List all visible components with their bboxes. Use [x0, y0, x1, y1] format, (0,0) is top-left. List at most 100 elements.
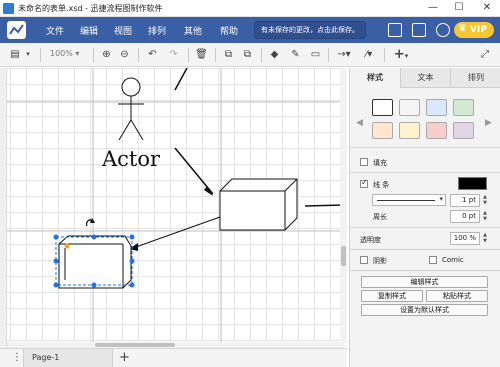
- to-back-icon[interactable]: ⧉: [241, 47, 254, 62]
- page-tab[interactable]: Page-1: [23, 349, 113, 367]
- perimeter-stepper[interactable]: ▲ ▼: [481, 210, 489, 223]
- comic-checkbox[interactable]: [429, 256, 437, 264]
- line-width-stepper[interactable]: ▲ ▼: [481, 194, 489, 207]
- panel-divider: [349, 147, 500, 148]
- diagram-canvas[interactable]: Actor: [7, 68, 344, 343]
- menu-other[interactable]: 其他: [184, 24, 202, 37]
- waypoints-icon[interactable]: ⁄▾: [359, 47, 379, 62]
- zoom-out-icon[interactable]: ⊖: [118, 47, 131, 62]
- actor-label[interactable]: Actor: [102, 147, 160, 171]
- shadow-checkbox[interactable]: [360, 256, 368, 264]
- panel-tabs: 样式 文本 排列: [350, 68, 500, 88]
- menu-help[interactable]: 帮助: [220, 24, 238, 37]
- fill-color-icon[interactable]: ◆: [268, 47, 281, 62]
- connector-line[interactable]: [304, 204, 344, 207]
- window-title: 未命名的表单.xsd - 迅捷流程图制作软件: [18, 4, 163, 13]
- page-bar: ⋮ Page-1 +: [0, 348, 347, 367]
- opacity-input[interactable]: 100 %: [450, 232, 480, 245]
- line-checkbox[interactable]: [360, 178, 368, 188]
- rotate-handle-icon[interactable]: [85, 218, 95, 227]
- connector-arrow[interactable]: [174, 147, 214, 196]
- fullscreen-icon[interactable]: ⤢: [478, 47, 492, 62]
- toolbar-divider: [93, 48, 94, 62]
- chevron-right-icon[interactable]: ▶: [485, 118, 492, 128]
- horizontal-scroll-thumb[interactable]: [95, 343, 175, 347]
- panel-divider: [349, 172, 500, 173]
- line-width-input[interactable]: 1 pt: [450, 194, 480, 207]
- set-default-style-button[interactable]: 设置为默认样式: [361, 304, 488, 316]
- opacity-stepper[interactable]: ▲ ▼: [481, 232, 489, 245]
- fill-checkbox[interactable]: [360, 158, 368, 166]
- tab-text[interactable]: 文本: [400, 68, 450, 88]
- color-swatch[interactable]: [399, 122, 420, 139]
- line-color-icon[interactable]: ✎: [289, 47, 302, 62]
- app-logo: [7, 21, 26, 39]
- vertical-scrollbar[interactable]: [340, 68, 347, 343]
- menu-arrange[interactable]: 排列: [148, 24, 166, 37]
- connector-arrow[interactable]: [129, 216, 221, 251]
- vip-button[interactable]: ♛ VIP: [454, 22, 494, 38]
- close-button[interactable]: ✕: [474, 0, 500, 17]
- unsaved-changes-notice[interactable]: 有未保存的更改，点击此保存。: [254, 21, 366, 39]
- panel-divider: [349, 270, 500, 271]
- to-front-icon[interactable]: ⧉: [222, 47, 235, 62]
- menu-view[interactable]: 视图: [114, 24, 132, 37]
- color-swatch[interactable]: [372, 122, 393, 139]
- menu-file[interactable]: 文件: [46, 24, 64, 37]
- actor-shape[interactable]: [118, 77, 144, 141]
- color-swatch[interactable]: [372, 99, 393, 116]
- zoom-value: 100%: [50, 49, 73, 58]
- tab-style[interactable]: 样式: [350, 68, 400, 88]
- shadow-icon[interactable]: ▭: [309, 47, 322, 62]
- toolbar-divider: [215, 48, 216, 62]
- opacity-label: 透明度: [360, 236, 381, 244]
- shadow-label: 阴影: [373, 257, 387, 265]
- toolbar-divider: [188, 48, 189, 62]
- color-swatch[interactable]: [453, 99, 474, 116]
- vertical-scroll-thumb[interactable]: [341, 246, 346, 266]
- minimize-button[interactable]: —: [420, 0, 446, 17]
- app-icon: [3, 3, 14, 14]
- chevron-down-icon[interactable]: ▾: [24, 47, 32, 62]
- page-layout-icon[interactable]: ▤: [8, 47, 22, 62]
- menu-edit[interactable]: 编辑: [80, 24, 98, 37]
- account-icon[interactable]: [436, 23, 450, 37]
- paste-style-button[interactable]: 粘贴样式: [426, 290, 488, 302]
- color-swatch[interactable]: [399, 99, 420, 116]
- export-icon[interactable]: [412, 23, 426, 37]
- share-icon[interactable]: [388, 23, 402, 37]
- zoom-level[interactable]: 100% ▾: [50, 49, 79, 58]
- redo-icon[interactable]: ↷: [167, 47, 180, 62]
- undo-icon[interactable]: ↶: [146, 47, 159, 62]
- line-style-select[interactable]: ▾: [372, 194, 446, 206]
- panel-divider: [349, 249, 500, 250]
- connection-icon[interactable]: →▾: [334, 47, 354, 62]
- color-swatch[interactable]: [453, 122, 474, 139]
- connector-line[interactable]: [174, 68, 188, 91]
- maximize-button[interactable]: ☐: [446, 0, 472, 17]
- line-color-picker[interactable]: [458, 177, 487, 190]
- toolbar: ▤ ▾ 100% ▾ ⊕ ⊖ ↶ ↷ 🗑 ⧉ ⧉ ◆ ✎ ▭ →▾ ⁄▾ +▾ …: [0, 43, 500, 67]
- crown-icon: ♛: [458, 23, 467, 34]
- color-swatch[interactable]: [426, 99, 447, 116]
- tab-arrange[interactable]: 排列: [450, 68, 500, 88]
- delete-icon[interactable]: 🗑: [195, 47, 208, 62]
- vip-label: VIP: [470, 25, 487, 35]
- zoom-in-icon[interactable]: ⊕: [100, 47, 113, 62]
- edit-style-button[interactable]: 编辑样式: [361, 276, 488, 288]
- line-style-preview: [377, 200, 435, 201]
- copy-style-button[interactable]: 复制样式: [361, 290, 423, 302]
- perimeter-input[interactable]: 0 pt: [450, 210, 480, 223]
- chevron-left-icon[interactable]: ◀: [356, 118, 363, 128]
- insert-icon[interactable]: +▾: [390, 47, 412, 62]
- comic-label: Comic: [442, 256, 464, 264]
- fill-label: 填充: [373, 159, 387, 167]
- menu-bar: 文件 编辑 视图 排列 其他 帮助 有未保存的更改，点击此保存。 ♛ VIP: [0, 17, 500, 43]
- cube-shape[interactable]: [219, 178, 298, 231]
- line-label: 线 条: [373, 181, 390, 189]
- pages-menu-icon[interactable]: ⋮: [12, 352, 22, 363]
- title-bar: 未命名的表单.xsd - 迅捷流程图制作软件 — ☐ ✕: [0, 0, 500, 17]
- toolbar-divider: [261, 48, 262, 62]
- add-page-button[interactable]: +: [119, 350, 130, 365]
- color-swatch[interactable]: [426, 122, 447, 139]
